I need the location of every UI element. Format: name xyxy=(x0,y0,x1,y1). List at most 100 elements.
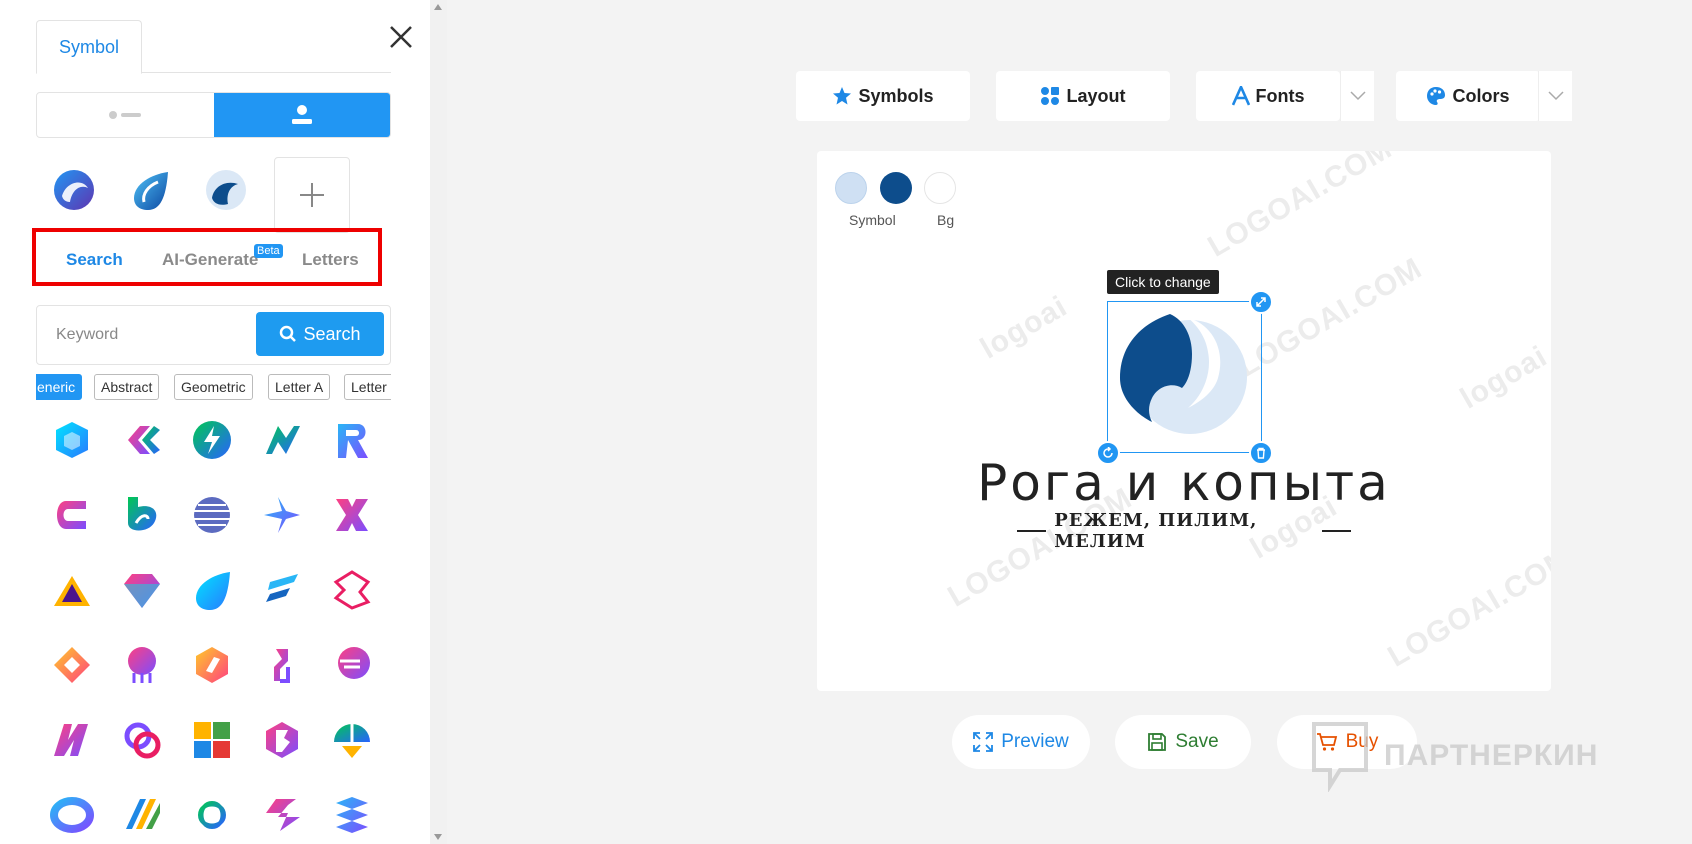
symbol-ring-icon[interactable] xyxy=(50,793,94,837)
sidebar-scrollbar[interactable] xyxy=(430,0,447,844)
keyword-input[interactable] xyxy=(47,318,247,352)
symbol-c-icon[interactable] xyxy=(50,493,94,537)
symbol-triangle-icon[interactable] xyxy=(50,568,94,612)
symbol-bolt-icon[interactable] xyxy=(190,418,234,462)
sidebar: Symbol Search AI-Generate Beta Letters K… xyxy=(0,0,430,844)
scroll-down-icon[interactable] xyxy=(434,834,442,840)
symbol-waves-icon[interactable] xyxy=(330,793,374,837)
watermark: logoai xyxy=(1454,339,1551,416)
symbol-hexagon-icon[interactable] xyxy=(50,418,94,462)
tab-bar: Symbol xyxy=(36,20,391,74)
toggle-text-only[interactable] xyxy=(37,93,214,137)
symbol-drop-icon[interactable] xyxy=(190,568,234,612)
close-icon[interactable] xyxy=(386,22,416,52)
scroll-up-icon[interactable] xyxy=(434,4,442,10)
symbol-color-dark-swatch[interactable] xyxy=(880,172,912,204)
tab-search[interactable]: Search xyxy=(66,250,123,270)
symbol-s-link-icon[interactable] xyxy=(260,643,304,687)
preview-button[interactable]: Preview xyxy=(952,715,1090,769)
recent-symbols xyxy=(52,168,280,212)
layout-label: Layout xyxy=(1066,85,1126,106)
save-button[interactable]: Save xyxy=(1115,715,1251,769)
category-chips: eneric Abstract Geometric Letter A Lette… xyxy=(36,374,391,400)
watermark: LOGOAI.COM xyxy=(1202,151,1398,264)
chip-letter[interactable]: Letter xyxy=(344,374,391,400)
tab-symbol[interactable]: Symbol xyxy=(36,20,142,74)
layout-icon xyxy=(1041,87,1060,105)
symbols-button[interactable]: Symbols xyxy=(796,71,970,121)
symbol-f-icon[interactable] xyxy=(260,568,304,612)
palette-icon xyxy=(1427,87,1446,105)
layout-button[interactable]: Layout xyxy=(996,71,1170,121)
plus-icon xyxy=(300,183,324,207)
colors-dropdown[interactable] xyxy=(1538,71,1572,121)
toggle-with-symbol[interactable] xyxy=(213,93,390,137)
symbol-knot-icon[interactable] xyxy=(190,793,234,837)
recent-symbol-flame-icon[interactable] xyxy=(128,168,172,212)
click-to-change-tooltip: Click to change xyxy=(1107,270,1219,294)
symbol-squares-icon[interactable] xyxy=(190,718,234,762)
symbol-s-icon[interactable] xyxy=(260,793,304,837)
symbol-n-icon[interactable] xyxy=(260,418,304,462)
expand-icon xyxy=(1256,297,1266,307)
beta-badge: Beta xyxy=(254,244,283,258)
symbol-selection[interactable] xyxy=(1096,290,1273,465)
symbol-rocket-icon[interactable] xyxy=(190,643,234,687)
chip-letter-a[interactable]: Letter A xyxy=(268,374,331,400)
logo-editor: Symbol Search AI-Generate Beta Letters K… xyxy=(0,0,1692,844)
fonts-button[interactable]: Fonts xyxy=(1196,71,1340,121)
symbol-cube-line-icon[interactable] xyxy=(330,568,374,612)
colors-button[interactable]: Colors xyxy=(1396,71,1540,121)
symbol-spark-icon[interactable] xyxy=(260,493,304,537)
font-a-icon xyxy=(1231,86,1250,106)
slogan-line xyxy=(1017,530,1047,532)
save-icon xyxy=(1148,733,1167,751)
slogan: РЕЖЕМ, ПИЛИМ, МЕЛИМ xyxy=(1054,510,1258,552)
search-box: Search xyxy=(36,305,391,365)
symbol-hex-b-icon[interactable] xyxy=(260,718,304,762)
text-layout-icon xyxy=(109,111,142,119)
tab-letters[interactable]: Letters xyxy=(302,250,359,270)
symbol-brain-icon[interactable] xyxy=(120,643,164,687)
recent-symbol-moon-icon[interactable] xyxy=(204,168,248,212)
tab-ai-generate[interactable]: AI-Generate xyxy=(162,250,258,270)
symbol-color-label: Symbol xyxy=(849,212,896,228)
chip-geometric[interactable]: Geometric xyxy=(174,374,253,400)
add-symbol-button[interactable] xyxy=(274,157,350,233)
symbol-b-leaf-icon[interactable] xyxy=(120,493,164,537)
symbols-label: Symbols xyxy=(858,85,934,106)
watermark: logoai xyxy=(974,289,1074,366)
logo-symbol-moon-icon[interactable] xyxy=(1108,302,1261,452)
symbol-layout-icon xyxy=(291,105,312,124)
slogan-row[interactable]: РЕЖЕМ, ПИЛИМ, МЕЛИМ xyxy=(1017,510,1351,552)
fonts-label: Fonts xyxy=(1255,85,1305,106)
search-button-label: Search xyxy=(303,323,361,344)
chip-abstract[interactable]: Abstract xyxy=(94,374,160,400)
symbol-r-icon[interactable] xyxy=(330,418,374,462)
symbol-color-light-swatch[interactable] xyxy=(835,172,867,204)
chip-generic[interactable]: eneric xyxy=(36,374,83,400)
colors-label: Colors xyxy=(1452,85,1510,106)
brand-name[interactable]: Рога и копыта xyxy=(817,454,1551,512)
symbol-chat-icon[interactable] xyxy=(330,643,374,687)
chevron-down-icon xyxy=(1547,91,1564,101)
recent-symbol-wave-icon[interactable] xyxy=(52,168,96,212)
resize-handle[interactable] xyxy=(1249,290,1273,314)
bg-color-label: Bg xyxy=(937,212,955,228)
symbol-half-circle-icon[interactable] xyxy=(330,718,374,762)
partner-watermark: ПАРТНЕРКИН xyxy=(1310,720,1598,792)
logo-canvas[interactable]: LOGOAI.COM logoai LOGOAI.COM logoai LOGO… xyxy=(817,151,1551,691)
symbol-m-icon[interactable] xyxy=(50,718,94,762)
symbol-stripes-icon[interactable] xyxy=(120,793,164,837)
fonts-dropdown[interactable] xyxy=(1340,71,1374,121)
symbol-diamond-icon[interactable] xyxy=(120,568,164,612)
chat-bubble-icon xyxy=(1312,722,1368,792)
bg-color-swatch[interactable] xyxy=(924,172,956,204)
symbol-loop-icon[interactable] xyxy=(120,718,164,762)
symbol-sphere-icon[interactable] xyxy=(190,493,234,537)
symbol-x-icon[interactable] xyxy=(330,493,374,537)
symbol-arrow-diamond-icon[interactable] xyxy=(50,643,94,687)
preview-label: Preview xyxy=(1001,731,1069,752)
symbol-k-icon[interactable] xyxy=(120,418,164,462)
search-button[interactable]: Search xyxy=(256,312,384,356)
